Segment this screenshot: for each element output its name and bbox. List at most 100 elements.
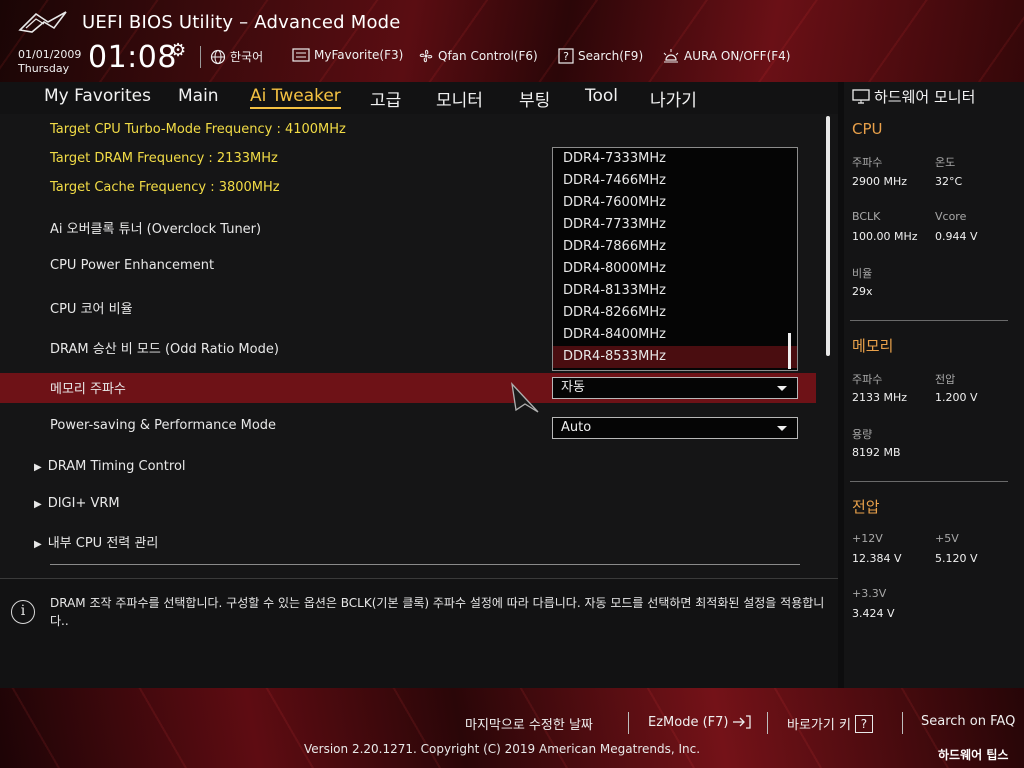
myfavorite-button[interactable]: MyFavorite(F3) — [292, 48, 403, 62]
tab-monitor[interactable]: 모니터 — [436, 86, 483, 111]
mem-freq-label: 주파수 — [852, 373, 883, 386]
last-modified-button[interactable]: 마지막으로 수정한 날짜 — [465, 714, 593, 733]
submenu-label: DIGI+ VRM — [47, 496, 120, 511]
faq-button[interactable]: Search on FAQ — [921, 714, 1015, 729]
qfan-label: Qfan Control(F6) — [438, 49, 538, 63]
settings-divider — [50, 564, 800, 565]
help-text: DRAM 조작 주파수를 선택합니다. 구성할 수 있는 옵션은 BCLK(기본… — [50, 596, 825, 628]
dropdown-scrollbar[interactable] — [788, 333, 791, 369]
v5-label: +5V — [935, 532, 959, 545]
dropdown-option[interactable]: DDR4-7466MHz — [553, 170, 797, 192]
ezmode-label: EzMode (F7) — [648, 714, 729, 730]
setting-memory-frequency[interactable]: 메모리 주파수 — [50, 378, 126, 397]
gear-icon[interactable]: ⚙ — [170, 40, 186, 61]
dropdown-option-selected[interactable]: DDR4-8533MHz — [553, 346, 797, 368]
setting-overclock-tuner[interactable]: Ai 오버클록 튜너 (Overclock Tuner) — [50, 218, 261, 237]
monitor-icon — [852, 88, 870, 104]
language-button[interactable]: 한국어 — [210, 48, 263, 65]
mem-cap-label: 용량 — [852, 428, 873, 441]
search-button[interactable]: ? Search(F9) — [558, 48, 643, 64]
cpu-freq-label: 주파수 — [852, 156, 883, 169]
page-title: UEFI BIOS Utility – Advanced Mode — [82, 12, 401, 33]
qfan-button[interactable]: Qfan Control(F6) — [418, 48, 538, 64]
fan-icon — [419, 49, 433, 63]
cpu-temp-label: 온도 — [935, 156, 956, 169]
question-icon: ? — [854, 714, 873, 733]
watermark-text: 하드웨어 팁스 — [938, 748, 1009, 762]
submenu-digi-vrm[interactable]: ▶ DIGI+ VRM — [34, 496, 120, 511]
footer-divider — [902, 712, 903, 734]
dropdown-option[interactable]: DDR4-8400MHz — [553, 324, 797, 346]
tab-exit[interactable]: 나가기 — [650, 86, 697, 111]
favorite-list-icon — [292, 48, 310, 62]
v12-label: +12V — [852, 532, 883, 545]
dropdown-option[interactable]: DDR4-7600MHz — [553, 192, 797, 214]
dropdown-option[interactable]: DDR4-7733MHz — [553, 214, 797, 236]
mouse-cursor-icon — [511, 382, 539, 413]
memory-frequency-value: 자동 — [561, 380, 585, 395]
v33-value: 3.424 V — [852, 607, 895, 620]
tab-main[interactable]: Main — [178, 86, 219, 106]
v33-label: +3.3V — [852, 587, 887, 600]
date-text: 01/01/2009 — [18, 48, 82, 61]
tab-my-favorites[interactable]: My Favorites — [44, 86, 151, 106]
ezmode-button[interactable]: EzMode (F7) — [648, 714, 752, 730]
settings-scrollbar[interactable] — [826, 116, 830, 356]
setting-cpu-core-ratio[interactable]: CPU 코어 비율 — [50, 298, 133, 317]
power-saving-select[interactable]: Auto — [552, 417, 798, 439]
hotkeys-label: 바로가기 키 — [787, 718, 851, 733]
myfavorite-label: MyFavorite(F3) — [314, 48, 404, 62]
tab-boot[interactable]: 부팅 — [519, 86, 550, 111]
power-saving-value: Auto — [561, 420, 592, 435]
chevron-right-icon: ▶ — [34, 499, 42, 510]
tab-ai-tweaker[interactable]: Ai Tweaker — [250, 86, 341, 109]
search-label: Search(F9) — [578, 49, 644, 63]
submenu-internal-cpu-power[interactable]: ▶ 내부 CPU 전력 관리 — [34, 532, 158, 551]
memory-frequency-select[interactable]: 자동 — [552, 377, 798, 399]
target-dram-frequency: Target DRAM Frequency : 2133MHz — [50, 151, 278, 166]
dropdown-option[interactable]: DDR4-8266MHz — [553, 302, 797, 324]
target-cpu-frequency: Target CPU Turbo-Mode Frequency : 4100MH… — [50, 122, 346, 137]
chevron-right-icon: ▶ — [34, 462, 42, 473]
tab-tool[interactable]: Tool — [585, 86, 618, 106]
tab-advanced[interactable]: 고급 — [370, 86, 401, 111]
dropdown-option[interactable]: DDR4-8133MHz — [553, 280, 797, 302]
dropdown-option[interactable]: DDR4-8000MHz — [553, 258, 797, 280]
submenu-label: 내부 CPU 전력 관리 — [47, 536, 159, 551]
vcore-value: 0.944 V — [935, 230, 978, 243]
hotkeys-button[interactable]: 바로가기 키 ? — [787, 714, 873, 733]
footer-divider — [767, 712, 768, 734]
vcore-label: Vcore — [935, 210, 967, 223]
clock-display[interactable]: 01:08 — [88, 40, 177, 75]
weekday-text: Thursday — [18, 62, 70, 75]
chevron-right-icon: ▶ — [34, 539, 42, 550]
submenu-dram-timing[interactable]: ▶ DRAM Timing Control — [34, 459, 186, 474]
chevron-down-icon — [777, 386, 787, 391]
mem-volt-label: 전압 — [935, 373, 956, 386]
rog-logo-icon — [18, 11, 67, 33]
mem-freq-value: 2133 MHz — [852, 391, 908, 404]
bclk-value: 100.00 MHz — [852, 230, 918, 243]
cpu-freq-value: 2900 MHz — [852, 175, 908, 188]
hw-divider — [850, 320, 1008, 321]
setting-cpu-power-enhancement[interactable]: CPU Power Enhancement — [50, 258, 214, 273]
aura-label: AURA ON/OFF(F4) — [684, 49, 791, 63]
cpu-section-heading: CPU — [852, 120, 883, 138]
submenu-label: DRAM Timing Control — [47, 459, 186, 474]
memory-section-heading: 메모리 — [852, 337, 894, 355]
dropdown-option[interactable]: DDR4-7333MHz — [553, 148, 797, 170]
svg-text:?: ? — [563, 50, 569, 63]
memory-frequency-dropdown[interactable]: DDR4-7333MHz DDR4-7466MHz DDR4-7600MHz D… — [552, 147, 798, 371]
setting-odd-ratio-mode[interactable]: DRAM 승산 비 모드 (Odd Ratio Mode) — [50, 338, 279, 357]
footer-divider — [628, 712, 629, 734]
setting-power-saving-mode[interactable]: Power-saving & Performance Mode — [50, 418, 276, 433]
dropdown-option[interactable]: DDR4-7866MHz — [553, 236, 797, 258]
mem-cap-value: 8192 MB — [852, 446, 901, 459]
aura-button[interactable]: AURA ON/OFF(F4) — [662, 48, 790, 64]
cpu-ratio-value: 29x — [852, 285, 873, 298]
mem-volt-value: 1.200 V — [935, 391, 978, 404]
cpu-ratio-label: 비율 — [852, 267, 873, 280]
cpu-temp-value: 32°C — [935, 175, 963, 188]
voltage-section-heading: 전압 — [852, 498, 880, 516]
hardware-monitor-label: 하드웨어 모니터 — [874, 88, 976, 106]
